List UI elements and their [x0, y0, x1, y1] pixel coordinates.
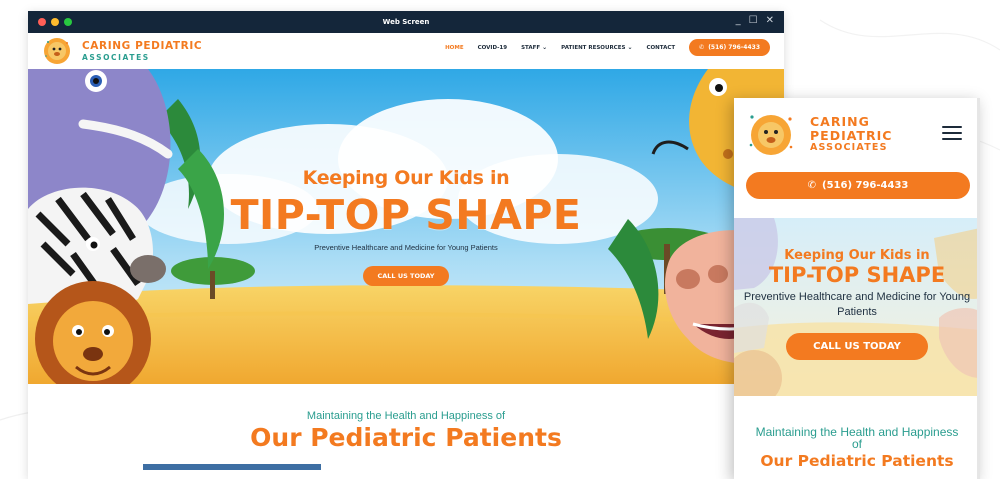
nav-staff-label: STAFF — [521, 44, 541, 51]
brand-name: CARING PEDIATRIC — [82, 39, 203, 52]
hero-title: TIP-TOP SHAPE — [230, 191, 582, 239]
chevron-down-icon: ⌄ — [542, 44, 548, 51]
mobile-intro-section: Maintaining the Health and Happiness of … — [734, 396, 980, 470]
lion-logo-icon — [44, 38, 70, 64]
maximize-icon[interactable]: ☐ — [749, 15, 758, 26]
hero-subtitle: Keeping Our Kids in — [302, 167, 510, 189]
phone-icon: ✆ — [699, 44, 705, 51]
main-nav: HOME COVID-19 STAFF ⌄ PATIENT RESOURCES … — [445, 39, 770, 56]
mobile-section-kicker: Maintaining the Health and Happiness of — [755, 425, 959, 451]
mobile-hero-banner: Keeping Our Kids in TIP-TOP SHAPE Preven… — [734, 218, 980, 396]
mobile-brand-line1: CARING — [810, 114, 870, 130]
mobile-phone-button[interactable]: ✆ (516) 796-4433 — [746, 172, 970, 199]
mobile-header: CARING PEDIATRIC ASSOCIATES — [734, 98, 980, 170]
mobile-hero-subtitle: Keeping Our Kids in — [784, 248, 930, 263]
lion-logo-icon[interactable] — [746, 109, 796, 159]
section-image-edge — [143, 464, 321, 470]
hamburger-menu-icon[interactable] — [942, 126, 962, 144]
hero-description: Preventive Healthcare and Medicine for Y… — [314, 243, 498, 252]
site-header: CARING PEDIATRIC ASSOCIATES HOME COVID-1… — [28, 33, 784, 69]
mobile-brand-line3: ASSOCIATES — [810, 141, 888, 153]
nav-patient-resources[interactable]: PATIENT RESOURCES ⌄ — [561, 44, 632, 51]
nav-staff[interactable]: STAFF ⌄ — [521, 44, 547, 51]
mobile-hero-description: Preventive Healthcare and Medicine for Y… — [743, 291, 971, 319]
hero-call-button[interactable]: CALL US TODAY — [363, 266, 449, 286]
section-title: Our Pediatric Patients — [250, 423, 562, 452]
nav-covid-19[interactable]: COVID-19 — [478, 45, 507, 51]
header-phone-label: (516) 796-4433 — [708, 44, 760, 51]
phone-icon: ✆ — [807, 180, 817, 191]
nav-home[interactable]: HOME — [445, 45, 464, 51]
mobile-brand-line2: PEDIATRIC — [810, 127, 893, 143]
brand-subname: ASSOCIATES — [82, 53, 150, 62]
desktop-browser-window: Web Screen _ ☐ ✕ CARING PEDIATRIC ASSOCI… — [28, 11, 784, 479]
chevron-down-icon: ⌄ — [627, 44, 633, 51]
close-icon[interactable]: ✕ — [766, 15, 774, 26]
mobile-scrollbar[interactable] — [977, 98, 980, 479]
mobile-brand[interactable]: CARING PEDIATRIC ASSOCIATES — [810, 115, 892, 152]
mobile-phone-label: (516) 796-4433 — [822, 180, 909, 191]
nav-patient-resources-label: PATIENT RESOURCES — [561, 44, 626, 51]
window-title: Web Screen — [382, 18, 430, 26]
hero-text: Keeping Our Kids in TIP-TOP SHAPE Preven… — [28, 167, 784, 286]
section-kicker: Maintaining the Health and Happiness of — [306, 410, 506, 422]
nav-contact[interactable]: CONTACT — [646, 45, 675, 51]
window-controls: _ ☐ ✕ — [736, 15, 774, 26]
brand-logo[interactable]: CARING PEDIATRIC ASSOCIATES — [42, 36, 202, 66]
header-phone-button[interactable]: ✆ (516) 796-4433 — [689, 39, 770, 56]
hero-banner: Keeping Our Kids in TIP-TOP SHAPE Preven… — [28, 69, 784, 384]
mobile-device-screen: CARING PEDIATRIC ASSOCIATES ✆ (516) 796-… — [734, 98, 980, 479]
minimize-icon[interactable]: _ — [736, 15, 741, 26]
mobile-hero-call-button[interactable]: CALL US TODAY — [786, 332, 928, 360]
mobile-section-title: Our Pediatric Patients — [760, 452, 954, 470]
intro-section: Maintaining the Health and Happiness of … — [28, 384, 784, 452]
mobile-hero-title: TIP-TOP SHAPE — [768, 263, 946, 287]
window-titlebar: Web Screen _ ☐ ✕ — [28, 11, 784, 33]
mobile-hero-text: Keeping Our Kids in TIP-TOP SHAPE Preven… — [734, 248, 980, 360]
